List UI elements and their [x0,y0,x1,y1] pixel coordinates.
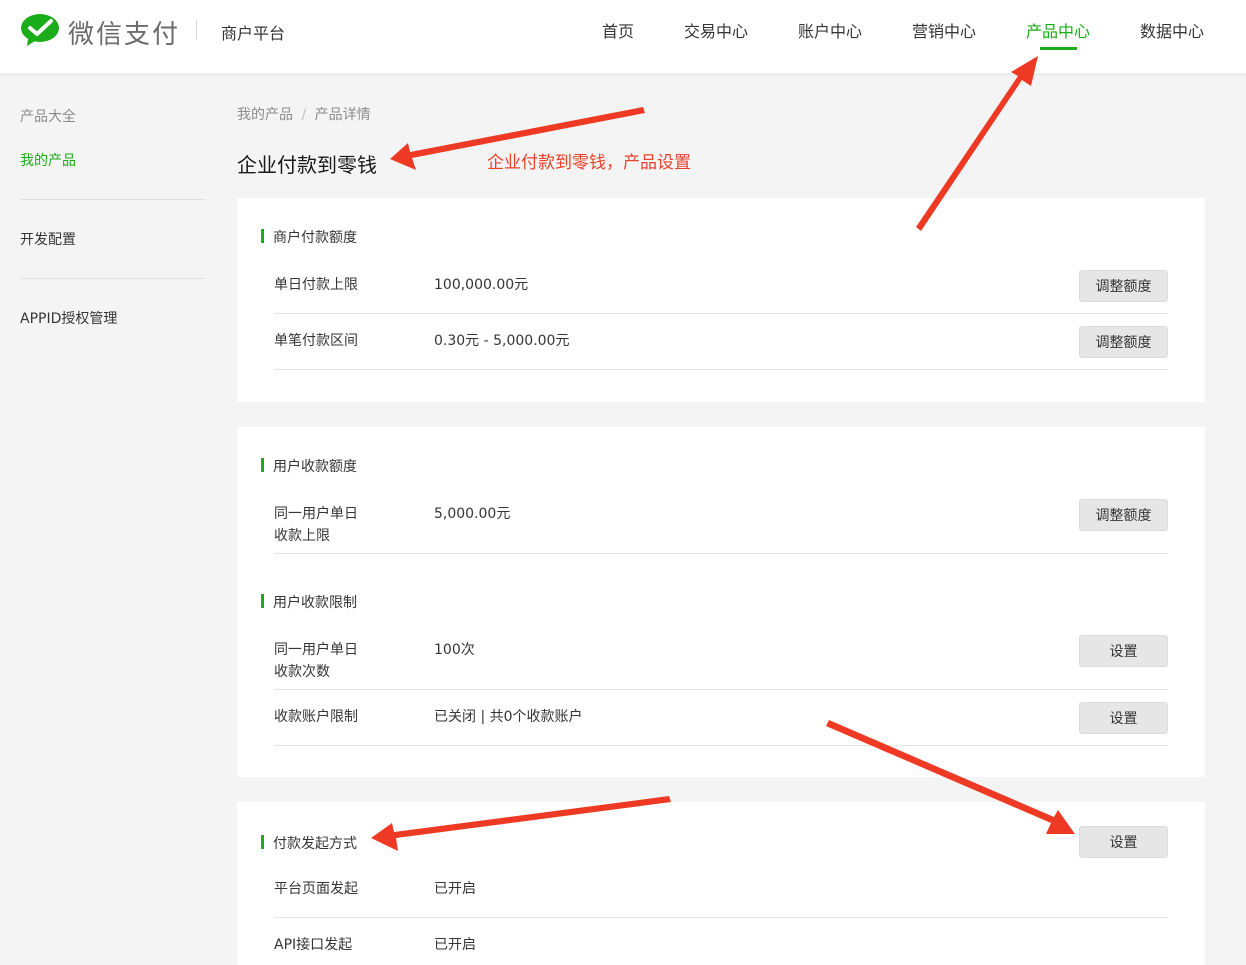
row-label-line: 同一用户单日 [274,506,358,522]
sidebar-item-dev-config[interactable]: 开发配置 [20,229,76,249]
nav-marketing-center[interactable]: 营销中心 [912,18,976,42]
wechat-pay-logo-icon[interactable] [20,13,60,47]
row-divider [274,917,1168,918]
section-title: 付款发起方式 [261,833,357,853]
sidebar-item-appid-auth[interactable]: APPID授权管理 [20,308,117,328]
row-label: 单笔付款区间 [274,333,358,349]
row-value: 已关闭 | 共0个收款账户 [434,709,583,725]
adjust-single-range-button[interactable]: 调整额度 [1079,326,1168,358]
nav-home[interactable]: 首页 [602,18,634,42]
row-label-line: 收款上限 [274,528,330,544]
sidebar-item-all-products[interactable]: 产品大全 [20,106,76,126]
row-label-line: 收款次数 [274,664,330,680]
sidebar-divider [20,278,205,279]
adjust-user-limit-button[interactable]: 调整额度 [1079,499,1168,531]
row-label: 单日付款上限 [274,277,358,293]
sidebar-item-my-products[interactable]: 我的产品 [20,150,76,170]
adjust-daily-limit-button[interactable]: 调整额度 [1079,270,1168,302]
row-divider [274,313,1168,314]
row-value: 100,000.00元 [434,277,529,293]
nav-account-center[interactable]: 账户中心 [798,18,862,42]
row-label: 同一用户单日 收款上限 [274,503,358,547]
section-title: 用户收款限制 [261,592,357,612]
annotation-text: 企业付款到零钱，产品设置 [487,153,691,173]
row-value: 100次 [434,642,475,658]
section-title: 用户收款额度 [261,456,357,476]
row-label: 同一用户单日 收款次数 [274,639,358,683]
row-divider [274,689,1168,690]
row-value: 已开启 [434,881,476,897]
section-title: 商户付款额度 [261,227,357,247]
active-nav-indicator [1040,47,1077,50]
payment-initiation-card: 付款发起方式 设置 平台页面发起 已开启 API接口发起 已开启 [237,802,1205,965]
nav-product-center[interactable]: 产品中心 [1026,18,1090,42]
platform-name: 商户平台 [221,24,286,43]
top-header: 微信支付 商户平台 首页 交易中心 账户中心 营销中心 产品中心 数据中心 [0,0,1246,74]
row-value: 0.30元 - 5,000.00元 [434,333,570,349]
breadcrumb-current: 产品详情 [314,107,371,123]
breadcrumb-parent[interactable]: 我的产品 [237,107,293,123]
sidebar-divider [20,199,205,200]
nav-data-center[interactable]: 数据中心 [1140,18,1204,42]
row-divider [274,553,1168,554]
brand-name[interactable]: 微信支付 [68,14,180,51]
row-value: 已开启 [434,937,476,953]
row-label: 平台页面发起 [274,881,358,897]
row-value: 5,000.00元 [434,506,511,522]
user-receipt-card: 用户收款额度 同一用户单日 收款上限 5,000.00元 调整额度 用户收款限制… [237,427,1205,777]
page-title: 企业付款到零钱 [237,153,377,177]
row-label-line: 同一用户单日 [274,642,358,658]
brand-divider [196,20,197,40]
breadcrumb: 我的产品 / 产品详情 [237,104,371,124]
breadcrumb-separator: / [301,107,307,123]
nav-trade-center[interactable]: 交易中心 [684,18,748,42]
set-receipt-account-button[interactable]: 设置 [1079,702,1168,734]
row-divider [274,369,1168,370]
row-label: API接口发起 [274,937,353,953]
merchant-payment-limit-card: 商户付款额度 单日付款上限 100,000.00元 调整额度 单笔付款区间 0.… [237,198,1205,402]
row-label: 收款账户限制 [274,709,358,725]
set-receipt-count-button[interactable]: 设置 [1079,635,1168,667]
set-initiation-method-button[interactable]: 设置 [1079,826,1168,858]
row-divider [274,745,1168,746]
